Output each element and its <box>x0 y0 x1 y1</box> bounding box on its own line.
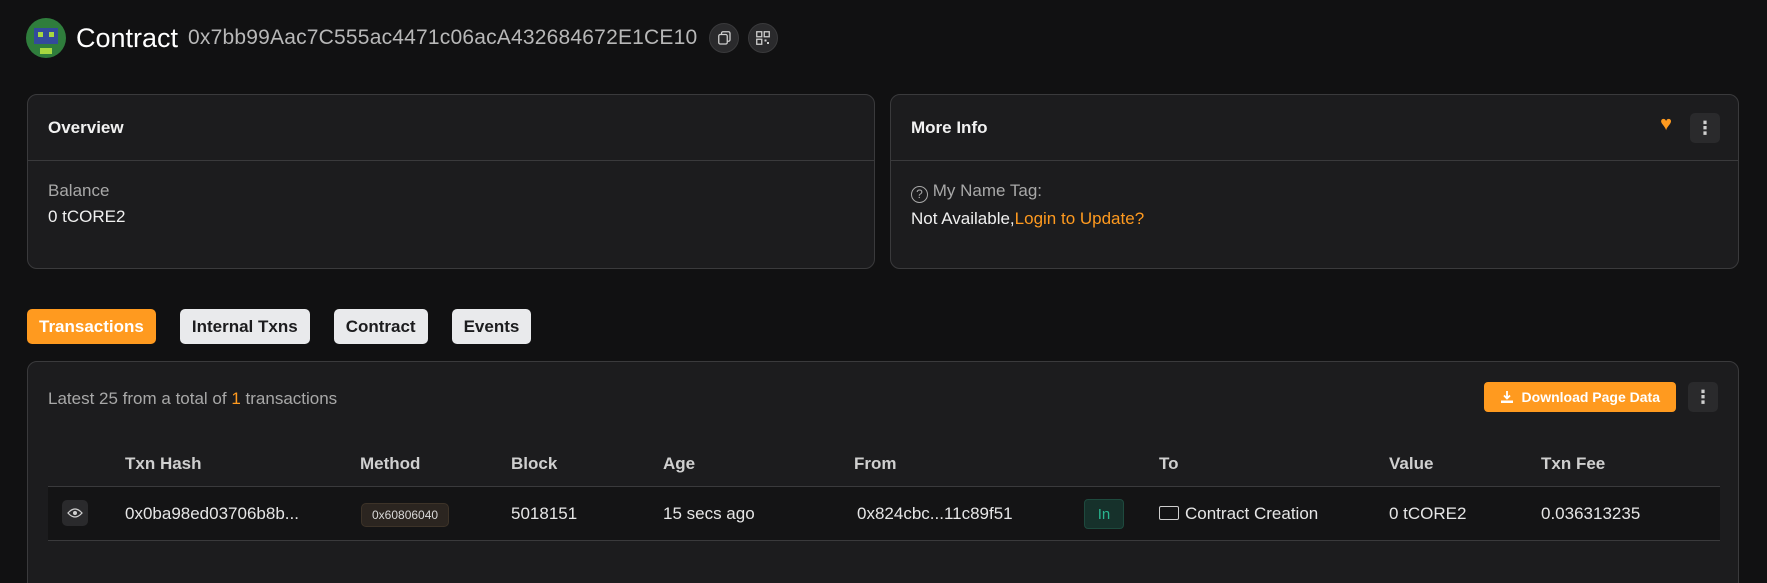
overview-title: Overview <box>48 117 124 137</box>
txn-hash-link[interactable]: 0x0ba98ed03706b8b... <box>125 504 299 524</box>
contract-avatar <box>26 18 66 58</box>
tab-contract[interactable]: Contract <box>333 309 428 344</box>
kebab-icon: ⋮ <box>1696 117 1714 138</box>
column-header-from: From <box>854 454 897 473</box>
eye-icon <box>67 508 83 518</box>
qr-code-icon <box>756 31 771 45</box>
copy-icon <box>717 31 731 45</box>
column-header-method: Method <box>360 454 421 473</box>
column-header-txn-hash: Txn Hash <box>125 454 202 473</box>
transactions-options-button[interactable]: ⋮ <box>1688 382 1718 412</box>
balance-label: Balance <box>48 181 110 200</box>
block-link[interactable]: 5018151 <box>511 504 577 524</box>
from-address-link[interactable]: 0x824cbc...11c89f51 <box>857 504 1013 524</box>
copy-address-button[interactable] <box>709 23 740 53</box>
tab-bar: Transactions Internal Txns Contract Even… <box>27 309 555 344</box>
transactions-summary: Latest 25 from a total of 1 transactions <box>48 389 338 408</box>
name-tag-label: My Name Tag: <box>932 181 1043 200</box>
method-badge: 0x60806040 <box>361 503 450 527</box>
more-info-title: More Info <box>911 117 988 137</box>
txn-value: 0 tCORE2 <box>1389 504 1467 523</box>
kebab-icon: ⋮ <box>1694 386 1712 407</box>
tab-internal-txns[interactable]: Internal Txns <box>179 309 310 344</box>
balance-value: 0 tCORE2 <box>48 207 126 226</box>
column-header-txn-fee: Txn Fee <box>1541 454 1606 473</box>
to-contract-creation: Contract Creation <box>1159 504 1318 524</box>
column-header-age: Age <box>663 454 696 473</box>
txn-fee: 0.036313235 <box>1541 504 1641 523</box>
contract-address: 0x7bb99Aac7C555ac4471c06acA432684672E1CE… <box>188 26 698 49</box>
column-header-value: Value <box>1389 454 1434 473</box>
help-circle-icon: ? <box>911 185 928 203</box>
more-options-button[interactable]: ⋮ <box>1690 113 1720 143</box>
txn-age: 15 secs ago <box>663 504 755 523</box>
name-tag-value: Not Available, <box>911 208 1015 228</box>
column-header-to: To <box>1159 454 1179 473</box>
download-page-data-button[interactable]: Download Page Data <box>1483 382 1676 412</box>
column-header-block: Block <box>511 454 558 473</box>
tab-events[interactable]: Events <box>451 309 532 344</box>
tab-transactions[interactable]: Transactions <box>27 309 156 344</box>
contract-document-icon <box>1159 506 1179 520</box>
view-details-button[interactable] <box>62 500 88 526</box>
login-to-update-link[interactable]: Login to Update? <box>1015 209 1145 228</box>
transactions-count: 1 <box>231 389 241 408</box>
favorite-heart-icon[interactable]: ♥ <box>1660 113 1672 136</box>
page-header: Contract 0x7bb99Aac7C555ac4471c06acA4326… <box>26 18 787 58</box>
transactions-panel: Latest 25 from a total of 1 transactions… <box>27 361 1739 583</box>
download-icon <box>1500 391 1513 403</box>
direction-in-badge: In <box>1084 499 1124 529</box>
overview-card: Overview Balance 0 tCORE2 <box>27 94 875 269</box>
qr-code-button[interactable] <box>748 23 779 53</box>
more-info-card: More Info ♥ ⋮ ? My Name Tag: Not Availab… <box>890 94 1739 269</box>
page-title: Contract <box>76 22 179 53</box>
